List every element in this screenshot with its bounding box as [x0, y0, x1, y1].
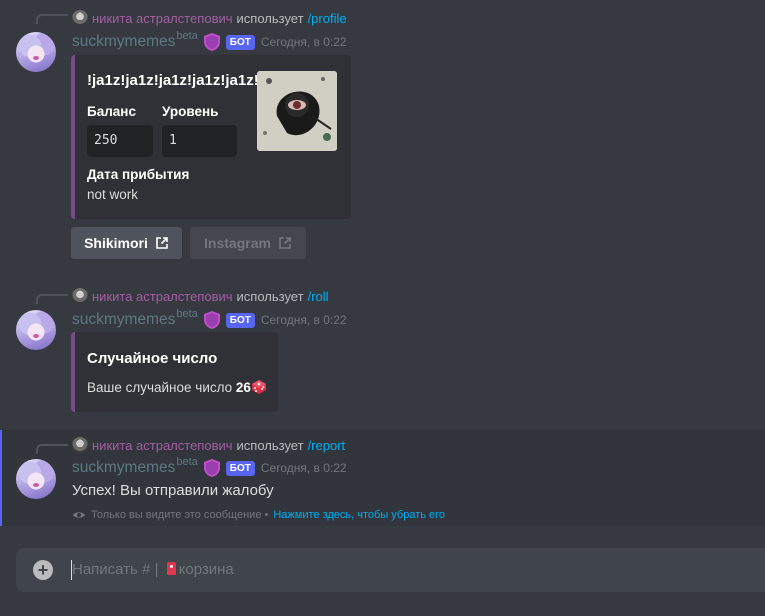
reply-action: использует — [236, 10, 304, 26]
reply-spine — [36, 444, 68, 454]
reply-action: использует — [236, 437, 304, 453]
message-profile: никита астралстепович использует /profil… — [0, 0, 765, 270]
message-composer[interactable]: + Написать # | корзина — [16, 548, 765, 592]
instagram-label: Instagram — [204, 235, 271, 251]
message-roll: никита астралстепович использует /roll s… — [0, 280, 765, 420]
reply-avatar — [72, 10, 88, 26]
reply-command[interactable]: /report — [308, 438, 346, 453]
roll-embed: Случайное число Ваше случайное число 26 — [71, 332, 278, 412]
add-attachment-button[interactable]: + — [33, 560, 53, 580]
username-suffix: beta — [176, 456, 198, 468]
reply-spine — [36, 294, 68, 304]
shield-badge-icon — [203, 33, 220, 51]
field-value-arrival: not work — [87, 187, 139, 202]
profile-embed: !ja1z!ja1z!ja1z!ja1z!ja1z!ja1z Баланс Ур… — [71, 55, 351, 219]
ephemeral-text: Только вы видите это сообщение • — [91, 509, 269, 521]
field-name-balance: Баланс — [87, 104, 136, 119]
description-text: Ваше случайное число — [87, 380, 233, 395]
reply-username[interactable]: никита астралстепович — [92, 289, 233, 304]
avatar[interactable] — [16, 459, 56, 499]
field-name-arrival: Дата прибытия — [87, 167, 190, 182]
eye-icon — [73, 512, 85, 518]
avatar[interactable] — [16, 310, 56, 350]
embed-title: Случайное число — [87, 350, 218, 367]
composer-placeholder: Написать # | корзина — [72, 561, 234, 578]
reply-username[interactable]: никита астралстепович — [92, 438, 233, 453]
field-value-level: 1 — [162, 125, 237, 157]
message-header: suckmymemes beta БОТ Сегодня, в 0:22 — [72, 308, 347, 331]
message-header: suckmymemes beta БОТ Сегодня, в 0:22 — [72, 30, 347, 53]
reply-reference[interactable]: никита астралстепович использует /report — [72, 436, 345, 454]
external-link-icon — [156, 237, 168, 249]
reply-avatar — [72, 288, 88, 304]
placeholder-prefix: Написать # — [72, 561, 151, 578]
reply-action: использует — [236, 288, 304, 304]
field-value-balance: 250 — [87, 125, 153, 157]
timestamp[interactable]: Сегодня, в 0:22 — [261, 313, 347, 327]
shikimori-label: Shikimori — [84, 235, 148, 251]
reply-command[interactable]: /roll — [308, 289, 329, 304]
bot-tag: БОТ — [225, 312, 255, 328]
random-number: 26 — [235, 380, 251, 395]
avatar[interactable] — [16, 32, 56, 72]
dismiss-message-link[interactable]: Нажмите здесь, чтобы убрать его — [273, 509, 445, 521]
username-suffix: beta — [176, 308, 198, 320]
game-die-icon — [251, 380, 266, 394]
reply-reference[interactable]: никита астралстепович использует /roll — [72, 287, 329, 305]
field-name-level: Уровень — [162, 104, 219, 119]
reply-username[interactable]: никита астралстепович — [92, 11, 233, 26]
bot-tag: БОТ — [225, 34, 255, 50]
username[interactable]: suckmymemes — [72, 33, 175, 51]
bot-tag: БОТ — [225, 460, 255, 476]
timestamp[interactable]: Сегодня, в 0:22 — [261, 35, 347, 49]
pushpin-icon — [166, 562, 176, 575]
ephemeral-notice: Только вы видите это сообщение • Нажмите… — [72, 509, 445, 521]
message-content: Успех! Вы отправили жалобу — [72, 482, 274, 499]
username[interactable]: suckmymemes — [72, 459, 175, 477]
external-link-icon — [279, 237, 291, 249]
message-report: никита астралстепович использует /report… — [0, 430, 765, 526]
shield-badge-icon — [203, 311, 220, 329]
username-suffix: beta — [176, 30, 198, 42]
shield-badge-icon — [203, 459, 220, 477]
message-header: suckmymemes beta БОТ Сегодня, в 0:22 — [72, 456, 347, 479]
shikimori-link-button[interactable]: Shikimori — [71, 227, 182, 259]
instagram-link-button[interactable]: Instagram — [190, 227, 306, 259]
reply-reference[interactable]: никита астралстепович использует /profil… — [72, 9, 347, 27]
reply-avatar — [72, 437, 88, 453]
reply-command[interactable]: /profile — [308, 11, 347, 26]
embed-thumbnail[interactable] — [257, 71, 337, 151]
timestamp[interactable]: Сегодня, в 0:22 — [261, 461, 347, 475]
placeholder-separator: | — [154, 561, 159, 578]
reply-spine — [36, 14, 68, 24]
embed-description: Ваше случайное число 26 — [87, 379, 267, 395]
channel-name: корзина — [178, 561, 234, 578]
username[interactable]: suckmymemes — [72, 311, 175, 329]
